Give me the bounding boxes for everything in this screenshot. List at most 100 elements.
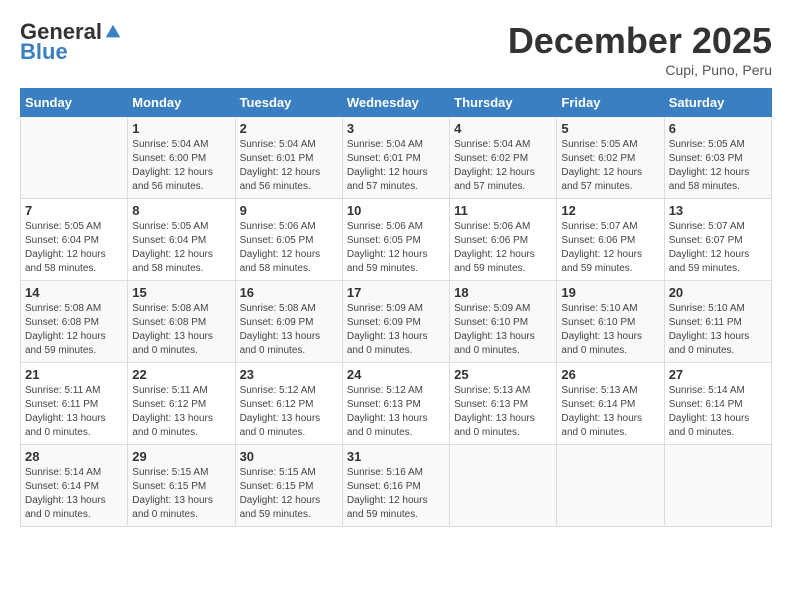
day-number: 19 [561,285,659,300]
calendar-week-row: 21Sunrise: 5:11 AM Sunset: 6:11 PM Dayli… [21,363,772,445]
day-info: Sunrise: 5:08 AM Sunset: 6:09 PM Dayligh… [240,302,338,358]
calendar-table: SundayMondayTuesdayWednesdayThursdayFrid… [20,88,772,527]
day-number: 27 [669,367,767,382]
day-number: 17 [347,285,445,300]
calendar-cell: 16 Sunrise: 5:08 AM Sunset: 6:09 PM Dayli… [235,281,342,363]
day-number: 2 [240,121,338,136]
day-number: 1 [132,121,230,136]
month-title: December 2025 [508,20,772,62]
calendar-day-header: Friday [557,89,664,117]
calendar-week-row: 28 Sunrise: 5:14 AM Sunset: 6:14 PM Dayli… [21,445,772,527]
day-info: Sunrise: 5:04 AM Sunset: 6:00 PM Dayligh… [132,138,230,194]
day-info: Sunrise: 5:14 AM Sunset: 6:14 PM Dayligh… [669,384,767,440]
day-number: 22 [132,367,230,382]
day-number: 30 [240,449,338,464]
day-info: Sunrise: 5:04 AM Sunset: 6:01 PM Dayligh… [347,138,445,194]
day-info: Sunrise: 5:11 AM Sunset: 6:11 PM Dayligh… [25,384,123,440]
day-info: Sunrise: 5:15 AM Sunset: 6:15 PM Dayligh… [132,466,230,522]
calendar-cell [21,117,128,199]
calendar-week-row: 7 Sunrise: 5:05 AM Sunset: 6:04 PM Daylig… [21,199,772,281]
calendar-day-header: Monday [128,89,235,117]
calendar-cell: 2 Sunrise: 5:04 AM Sunset: 6:01 PM Daylig… [235,117,342,199]
calendar-cell [557,445,664,527]
page-header: General Blue December 2025 Cupi, Puno, P… [20,20,772,78]
calendar-day-header: Saturday [664,89,771,117]
day-info: Sunrise: 5:13 AM Sunset: 6:14 PM Dayligh… [561,384,659,440]
day-number: 5 [561,121,659,136]
day-info: Sunrise: 5:08 AM Sunset: 6:08 PM Dayligh… [25,302,123,358]
calendar-week-row: 14 Sunrise: 5:08 AM Sunset: 6:08 PM Dayli… [21,281,772,363]
day-info: Sunrise: 5:08 AM Sunset: 6:08 PM Dayligh… [132,302,230,358]
day-number: 15 [132,285,230,300]
logo: General Blue [20,20,122,64]
calendar-cell: 27 Sunrise: 5:14 AM Sunset: 6:14 PM Dayli… [664,363,771,445]
calendar-cell: 31Sunrise: 5:16 AM Sunset: 6:16 PM Dayli… [342,445,449,527]
day-info: Sunrise: 5:07 AM Sunset: 6:06 PM Dayligh… [561,220,659,276]
day-number: 16 [240,285,338,300]
day-info: Sunrise: 5:05 AM Sunset: 6:04 PM Dayligh… [132,220,230,276]
day-number: 11 [454,203,552,218]
calendar-cell: 20Sunrise: 5:10 AM Sunset: 6:11 PM Dayli… [664,281,771,363]
calendar-cell: 4 Sunrise: 5:04 AM Sunset: 6:02 PM Daylig… [450,117,557,199]
day-info: Sunrise: 5:04 AM Sunset: 6:02 PM Dayligh… [454,138,552,194]
day-info: Sunrise: 5:07 AM Sunset: 6:07 PM Dayligh… [669,220,767,276]
calendar-day-header: Tuesday [235,89,342,117]
day-info: Sunrise: 5:04 AM Sunset: 6:01 PM Dayligh… [240,138,338,194]
calendar-cell: 12 Sunrise: 5:07 AM Sunset: 6:06 PM Dayli… [557,199,664,281]
calendar-cell: 23Sunrise: 5:12 AM Sunset: 6:12 PM Dayli… [235,363,342,445]
logo-icon [104,23,122,41]
day-number: 25 [454,367,552,382]
day-number: 6 [669,121,767,136]
calendar-cell: 1 Sunrise: 5:04 AM Sunset: 6:00 PM Daylig… [128,117,235,199]
day-info: Sunrise: 5:12 AM Sunset: 6:12 PM Dayligh… [240,384,338,440]
day-info: Sunrise: 5:13 AM Sunset: 6:13 PM Dayligh… [454,384,552,440]
calendar-cell: 19Sunrise: 5:10 AM Sunset: 6:10 PM Dayli… [557,281,664,363]
calendar-cell: 7Sunrise: 5:05 AM Sunset: 6:04 PM Daylig… [21,199,128,281]
day-number: 10 [347,203,445,218]
day-number: 3 [347,121,445,136]
calendar-body: 1 Sunrise: 5:04 AM Sunset: 6:00 PM Daylig… [21,117,772,527]
title-block: December 2025 Cupi, Puno, Peru [508,20,772,78]
calendar-day-header: Thursday [450,89,557,117]
calendar-cell: 10Sunrise: 5:06 AM Sunset: 6:05 PM Dayli… [342,199,449,281]
calendar-cell: 29 Sunrise: 5:15 AM Sunset: 6:15 PM Dayli… [128,445,235,527]
day-number: 9 [240,203,338,218]
day-number: 18 [454,285,552,300]
calendar-cell: 14 Sunrise: 5:08 AM Sunset: 6:08 PM Dayli… [21,281,128,363]
day-number: 13 [669,203,767,218]
calendar-cell: 8 Sunrise: 5:05 AM Sunset: 6:04 PM Daylig… [128,199,235,281]
calendar-cell: 21Sunrise: 5:11 AM Sunset: 6:11 PM Dayli… [21,363,128,445]
day-number: 7 [25,203,123,218]
day-number: 26 [561,367,659,382]
calendar-cell: 3 Sunrise: 5:04 AM Sunset: 6:01 PM Daylig… [342,117,449,199]
day-info: Sunrise: 5:06 AM Sunset: 6:05 PM Dayligh… [240,220,338,276]
day-number: 29 [132,449,230,464]
calendar-cell: 13 Sunrise: 5:07 AM Sunset: 6:07 PM Dayli… [664,199,771,281]
calendar-cell: 18Sunrise: 5:09 AM Sunset: 6:10 PM Dayli… [450,281,557,363]
calendar-day-header: Wednesday [342,89,449,117]
calendar-cell: 11Sunrise: 5:06 AM Sunset: 6:06 PM Dayli… [450,199,557,281]
calendar-cell: 26 Sunrise: 5:13 AM Sunset: 6:14 PM Dayli… [557,363,664,445]
day-number: 8 [132,203,230,218]
day-info: Sunrise: 5:12 AM Sunset: 6:13 PM Dayligh… [347,384,445,440]
day-info: Sunrise: 5:10 AM Sunset: 6:11 PM Dayligh… [669,302,767,358]
calendar-cell: 30 Sunrise: 5:15 AM Sunset: 6:15 PM Dayli… [235,445,342,527]
day-number: 14 [25,285,123,300]
calendar-cell: 15 Sunrise: 5:08 AM Sunset: 6:08 PM Dayli… [128,281,235,363]
calendar-week-row: 1 Sunrise: 5:04 AM Sunset: 6:00 PM Daylig… [21,117,772,199]
calendar-cell: 22Sunrise: 5:11 AM Sunset: 6:12 PM Dayli… [128,363,235,445]
day-number: 28 [25,449,123,464]
location-subtitle: Cupi, Puno, Peru [508,62,772,78]
calendar-cell: 28 Sunrise: 5:14 AM Sunset: 6:14 PM Dayli… [21,445,128,527]
calendar-cell [664,445,771,527]
calendar-cell [450,445,557,527]
calendar-cell: 24 Sunrise: 5:12 AM Sunset: 6:13 PM Dayli… [342,363,449,445]
day-number: 31 [347,449,445,464]
day-number: 24 [347,367,445,382]
calendar-cell: 17Sunrise: 5:09 AM Sunset: 6:09 PM Dayli… [342,281,449,363]
day-number: 12 [561,203,659,218]
day-info: Sunrise: 5:15 AM Sunset: 6:15 PM Dayligh… [240,466,338,522]
day-number: 4 [454,121,552,136]
calendar-cell: 5Sunrise: 5:05 AM Sunset: 6:02 PM Daylig… [557,117,664,199]
day-info: Sunrise: 5:14 AM Sunset: 6:14 PM Dayligh… [25,466,123,522]
